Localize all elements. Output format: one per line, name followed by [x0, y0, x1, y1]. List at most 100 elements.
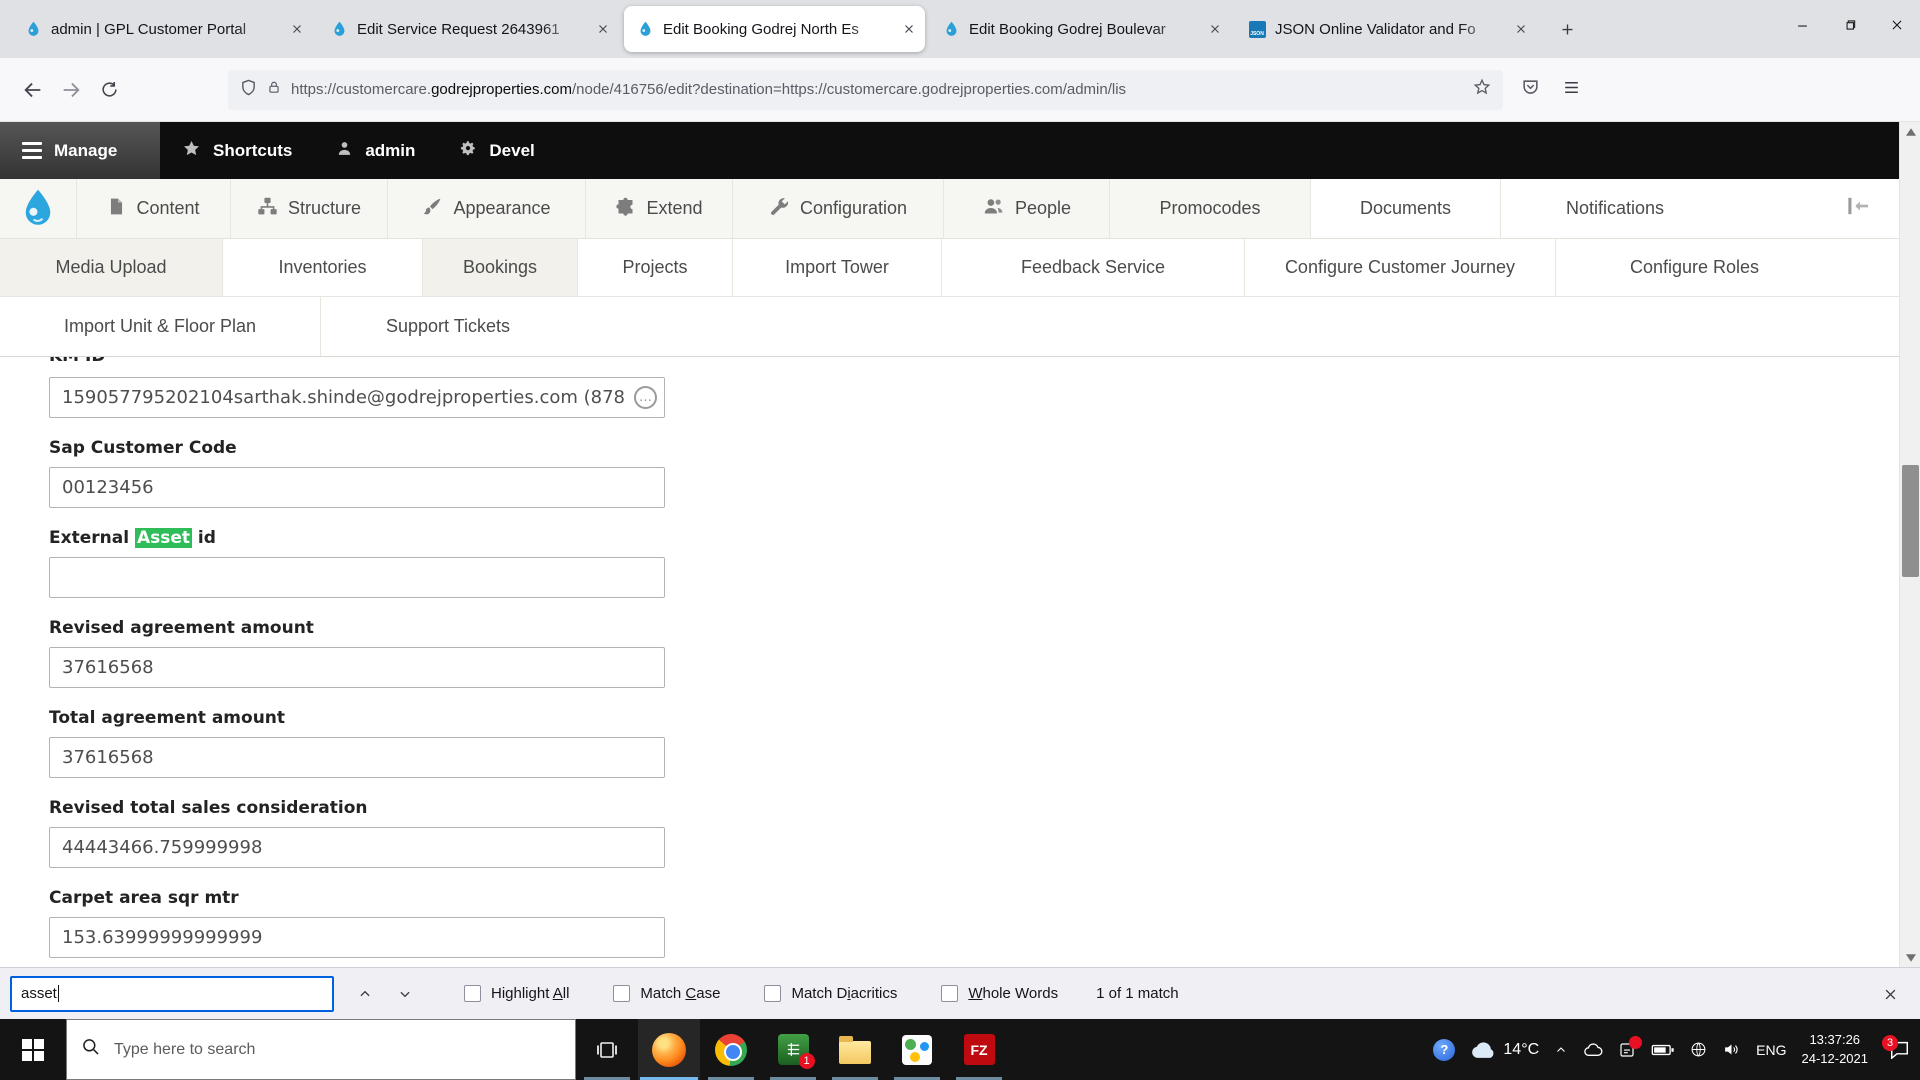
help-icon[interactable]: ?: [1433, 1038, 1456, 1061]
close-window-button[interactable]: [1873, 0, 1920, 50]
url-bar[interactable]: https://customercare.godrejproperties.co…: [228, 69, 1503, 110]
windows-taskbar: Type here to search 1 FZ ? 14°C ENG 13:3…: [0, 1019, 1920, 1080]
tab-title: Edit Booking Godrej North Es: [663, 20, 859, 38]
tab-close-icon[interactable]: [903, 23, 915, 35]
menu-item-people[interactable]: People: [943, 179, 1109, 238]
menu-item-content[interactable]: Content: [76, 179, 230, 238]
menu-item-inventories[interactable]: Inventories: [222, 239, 422, 296]
tab-json-validator[interactable]: JSON JSON Online Validator and Fo: [1236, 6, 1537, 52]
network-icon[interactable]: [1690, 1041, 1707, 1058]
tab-edit-booking-north[interactable]: Edit Booking Godrej North Es: [624, 6, 925, 52]
taskbar-green-app-icon[interactable]: 1: [762, 1019, 824, 1080]
highlight-all-checkbox[interactable]: [464, 985, 481, 1002]
tab-close-icon[interactable]: [291, 23, 303, 35]
toolbar-label: Manage: [54, 140, 118, 160]
tab-close-icon[interactable]: [1515, 23, 1527, 35]
new-tab-button[interactable]: [1550, 12, 1584, 46]
battery-icon[interactable]: [1651, 1042, 1675, 1058]
match-case-option[interactable]: Match Case: [613, 985, 720, 1002]
menu-item-configure-roles[interactable]: Configure Roles: [1555, 239, 1833, 296]
highlight-all-option[interactable]: Highlight All: [464, 985, 569, 1002]
menu-item-notifications[interactable]: Notifications: [1500, 179, 1729, 238]
km-id-input[interactable]: [49, 377, 665, 418]
tab-edit-service-request[interactable]: Edit Service Request 2643961: [318, 6, 619, 52]
bookmark-star-icon[interactable]: [1473, 78, 1491, 101]
minimize-button[interactable]: [1779, 0, 1826, 50]
volume-icon[interactable]: [1722, 1041, 1741, 1058]
menu-item-support-tickets[interactable]: Support Tickets: [320, 297, 575, 356]
sap-customer-code-input[interactable]: [49, 467, 665, 508]
taskbar-paint-icon[interactable]: [886, 1019, 948, 1080]
forward-button[interactable]: [52, 71, 90, 109]
menu-item-media-upload[interactable]: Media Upload: [0, 239, 222, 296]
pocket-icon[interactable]: [1521, 78, 1540, 102]
toolbar-item-admin-user[interactable]: admin: [314, 122, 437, 179]
start-button[interactable]: [0, 1019, 66, 1080]
menu-item-documents[interactable]: Documents: [1310, 179, 1500, 238]
taskbar-clock[interactable]: 13:37:26 24-12-2021: [1802, 1031, 1869, 1067]
json-favicon: JSON: [1248, 20, 1266, 38]
toolbar-item-devel[interactable]: Devel: [437, 122, 556, 179]
scroll-down-arrow-icon[interactable]: [1900, 948, 1920, 967]
find-close-icon[interactable]: [1874, 978, 1906, 1010]
document-icon: [107, 196, 126, 222]
revised-agreement-amount-input[interactable]: [49, 647, 665, 688]
whole-words-option[interactable]: Whole Words: [941, 985, 1058, 1002]
taskbar-search[interactable]: Type here to search: [66, 1019, 576, 1080]
revised-total-sales-consideration-input[interactable]: [49, 827, 665, 868]
action-center-icon[interactable]: 3: [1882, 1035, 1910, 1059]
find-previous-button[interactable]: [350, 979, 380, 1009]
restore-button[interactable]: [1826, 0, 1873, 50]
toolbar-item-shortcuts[interactable]: Shortcuts: [160, 122, 314, 179]
toolbar-item-manage[interactable]: Manage: [0, 122, 160, 179]
menu-item-import-tower[interactable]: Import Tower: [732, 239, 941, 296]
scrollbar-thumb[interactable]: [1902, 465, 1919, 577]
taskbar-filezilla-icon[interactable]: FZ: [948, 1019, 1010, 1080]
weather-widget[interactable]: 14°C: [1470, 1040, 1539, 1059]
reload-button[interactable]: [90, 71, 128, 109]
collapse-toolbar-icon[interactable]: [1847, 196, 1871, 221]
menu-item-extend[interactable]: Extend: [585, 179, 732, 238]
form-field-revised-total-sales-consideration: Revised total sales consideration: [49, 798, 700, 868]
taskbar-chrome-icon[interactable]: [700, 1019, 762, 1080]
tab-close-icon[interactable]: [597, 23, 609, 35]
task-view-button[interactable]: [576, 1019, 638, 1080]
match-case-checkbox[interactable]: [613, 985, 631, 1002]
menu-item-promocodes[interactable]: Promocodes: [1109, 179, 1310, 238]
paintbrush-icon: [422, 196, 443, 222]
external-asset-id-input[interactable]: [49, 557, 665, 598]
tab-edit-booking-boulevard[interactable]: Edit Booking Godrej Boulevar: [930, 6, 1231, 52]
back-button[interactable]: [14, 71, 52, 109]
find-input[interactable]: asset: [10, 975, 334, 1012]
match-diacritics-checkbox[interactable]: [764, 985, 782, 1002]
menu-item-structure[interactable]: Structure: [230, 179, 387, 238]
taskbar-firefox-icon[interactable]: [638, 1019, 700, 1080]
menu-item-configure-customer-journey[interactable]: Configure Customer Journey: [1244, 239, 1555, 296]
tab-close-icon[interactable]: [1209, 23, 1221, 35]
onedrive-cloud-icon[interactable]: [1583, 1042, 1603, 1057]
shield-icon[interactable]: [240, 79, 257, 101]
total-agreement-amount-input[interactable]: [49, 737, 665, 778]
vertical-scrollbar[interactable]: [1899, 122, 1920, 967]
taskbar-explorer-icon[interactable]: [824, 1019, 886, 1080]
menu-item-appearance[interactable]: Appearance: [387, 179, 585, 238]
tray-chevron-up-icon[interactable]: [1554, 1044, 1568, 1056]
menu-item-bookings[interactable]: Bookings: [422, 239, 577, 296]
menu-item-feedback-service[interactable]: Feedback Service: [941, 239, 1244, 296]
form-field-sap-customer-code: Sap Customer Code: [49, 438, 700, 508]
app-menu-icon[interactable]: [1562, 78, 1581, 102]
scroll-up-arrow-icon[interactable]: [1900, 122, 1920, 141]
match-case-label: Match Case: [640, 985, 721, 1002]
lock-icon[interactable]: [267, 80, 281, 100]
find-next-button[interactable]: [390, 979, 420, 1009]
menu-item-projects[interactable]: Projects: [577, 239, 732, 296]
tab-admin-gpl-portal[interactable]: admin | GPL Customer Portal: [12, 6, 313, 52]
menu-item-configuration[interactable]: Configuration: [732, 179, 943, 238]
language-indicator[interactable]: ENG: [1756, 1042, 1786, 1058]
carpet-area-input[interactable]: [49, 917, 665, 958]
menu-item-import-unit-floor-plan[interactable]: Import Unit & Floor Plan: [0, 297, 320, 356]
whole-words-checkbox[interactable]: [941, 985, 959, 1002]
match-diacritics-option[interactable]: Match Diacritics: [764, 985, 897, 1002]
tray-badged-app-icon[interactable]: [1618, 1035, 1643, 1059]
drupal-logo[interactable]: [0, 179, 76, 238]
